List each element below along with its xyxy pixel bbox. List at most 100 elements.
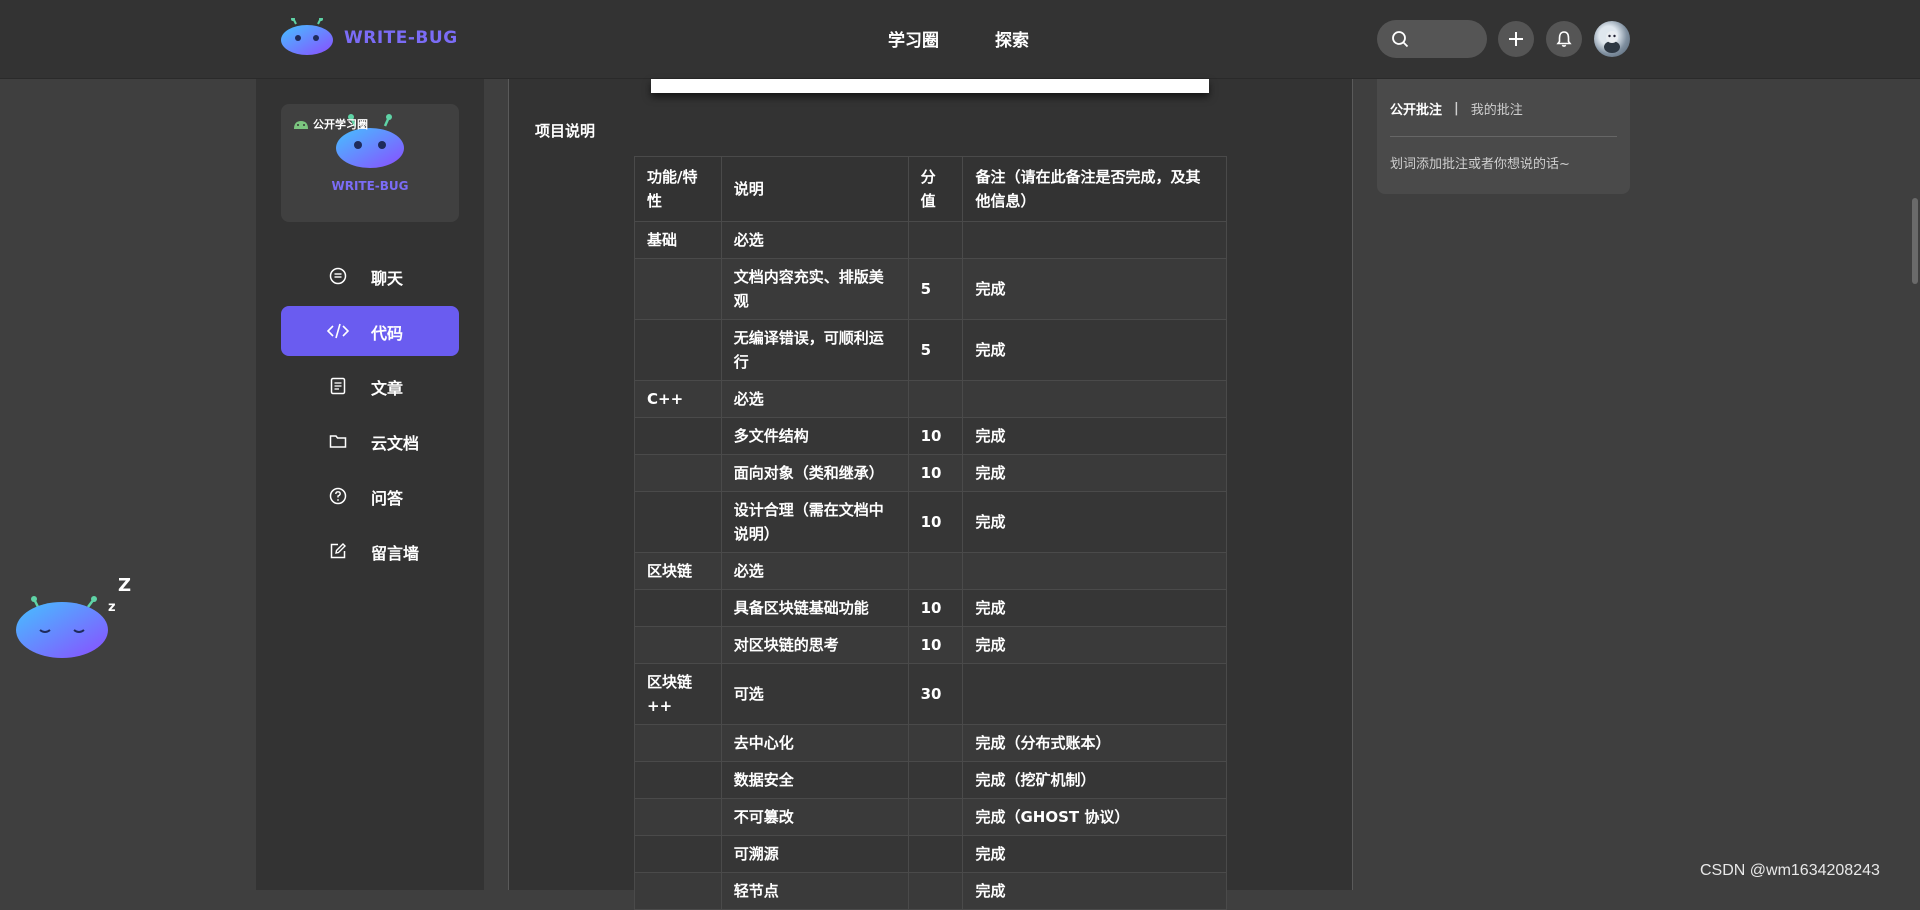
table-row: 数据安全 完成（挖矿机制） [634,761,1227,799]
sidebar-item-label: 文章 [371,379,404,398]
table-cell [907,552,964,590]
sidebar-item-label: 聊天 [371,269,404,288]
table-cell: 设计合理（需在文档中说明） [720,491,909,553]
table-header-cell: 备注（请在此备注是否完成，及其他信息） [962,156,1227,222]
table-row: 可溯源 完成 [634,835,1227,873]
sidebar-item-label: 问答 [371,489,404,508]
table-cell: 具备区块链基础功能 [720,589,909,627]
table-cell: 完成 [962,417,1227,455]
sleeping-mascot-icon[interactable]: Z z [10,575,140,665]
table-cell [907,761,964,799]
table-cell: 必选 [720,380,909,418]
table-cell [634,454,722,492]
table-cell: 5 [907,319,964,381]
bell-icon [1556,31,1572,47]
brand-logo[interactable]: WRITE-BUG [280,18,458,58]
table-row: 区块链 必选 [634,552,1227,590]
user-avatar[interactable] [1594,21,1630,57]
table-cell: 10 [907,491,964,553]
notifications-button[interactable] [1546,21,1582,57]
sidebar-item-label: 代码 [371,324,404,343]
sidebar-item-chat[interactable]: 聊天 [281,251,459,301]
table-row: 对区块链的思考 10 完成 [634,626,1227,664]
table-cell: 完成 [962,872,1227,910]
annotation-tabs: 公开批注 | 我的批注 [1390,99,1523,118]
tab-separator: | [1454,101,1459,116]
table-cell: 完成 [962,491,1227,553]
table-cell: 10 [907,589,964,627]
table-cell [634,417,722,455]
create-button[interactable] [1498,21,1534,57]
sidebar-item-message-wall[interactable]: 留言墙 [281,526,459,576]
sleep-z-big: Z [118,575,131,596]
sidebar-item-label: 云文档 [371,434,420,453]
brand-name: WRITE-BUG [344,28,458,48]
table-cell: 完成 [962,319,1227,381]
table-cell: 10 [907,454,964,492]
divider [1390,136,1617,137]
sidebar-item-qa[interactable]: 问答 [281,471,459,521]
table-cell [907,872,964,910]
table-cell [634,724,722,762]
page-scrollbar[interactable] [1912,198,1918,284]
table-cell [634,798,722,836]
table-row: 设计合理（需在文档中说明） 10 完成 [634,491,1227,553]
table-cell: 完成 [962,454,1227,492]
circle-card[interactable]: 公开学习圈 WRITE-BUG [281,104,459,222]
table-cell: 去中心化 [720,724,909,762]
table-cell: 完成 [962,589,1227,627]
table-cell: 基础 [634,221,722,259]
table-cell: 可选 [720,663,909,725]
sidebar-item-article[interactable]: 文章 [281,361,459,411]
table-row: 多文件结构 10 完成 [634,417,1227,455]
feature-table: 功能/特性 说明 分值 备注（请在此备注是否完成，及其他信息） 基础必选 文档内容… [634,156,1227,910]
table-cell: 轻节点 [720,872,909,910]
table-header-row: 功能/特性 说明 分值 备注（请在此备注是否完成，及其他信息） [634,156,1227,222]
tab-my-annotations[interactable]: 我的批注 [1471,99,1523,118]
table-cell: 完成（GHOST 协议） [962,798,1227,836]
avatar-image-icon [1604,31,1620,53]
sidebar-item-code[interactable]: 代码 [281,306,459,356]
table-cell [634,835,722,873]
table-cell: 5 [907,258,964,320]
sidebar-item-cloud-docs[interactable]: 云文档 [281,416,459,466]
table-cell: 30 [907,663,964,725]
table-row: 去中心化 完成（分布式账本） [634,724,1227,762]
table-header-cell: 功能/特性 [634,156,722,222]
table-cell: C++ [634,380,722,418]
table-cell [962,552,1227,590]
edit-icon [330,543,346,559]
table-row: 具备区块链基础功能 10 完成 [634,589,1227,627]
table-cell: 10 [907,417,964,455]
badge-label: 公开学习圈 [313,118,368,131]
article-icon [330,377,346,395]
table-row: 区块链++ 可选 30 [634,663,1227,725]
folder-icon [329,435,347,448]
question-icon [329,487,347,505]
table-cell: 对区块链的思考 [720,626,909,664]
chat-icon [329,267,347,285]
main-nav: 学习圈 探索 [888,26,1029,51]
table-cell [907,380,964,418]
nav-item-study-circle[interactable]: 学习圈 [888,26,939,51]
robot-logo-icon [281,18,333,55]
table-cell [962,380,1227,418]
left-sidebar: 公开学习圈 WRITE-BUG 聊天 代码 文章 云文档 问答 留言墙 [256,79,484,890]
table-cell: 完成 [962,258,1227,320]
table-cell: 区块链 [634,552,722,590]
table-row: 文档内容充实、排版美观 5 完成 [634,258,1227,320]
table-cell: 完成 [962,835,1227,873]
table-cell [907,835,964,873]
table-cell [907,798,964,836]
public-circle-badge: 公开学习圈 [293,116,368,132]
table-cell: 多文件结构 [720,417,909,455]
table-row: 轻节点 完成 [634,872,1227,910]
nav-item-explore[interactable]: 探索 [995,26,1029,51]
tab-public-annotations[interactable]: 公开批注 [1390,99,1442,118]
plus-icon [1509,32,1523,46]
table-cell: 完成（分布式账本） [962,724,1227,762]
table-cell [634,258,722,320]
article-content: 项目说明 功能/特性 说明 分值 备注（请在此备注是否完成，及其他信息） 基础必… [508,79,1353,910]
search-input[interactable] [1377,20,1487,58]
android-icon [294,121,308,129]
